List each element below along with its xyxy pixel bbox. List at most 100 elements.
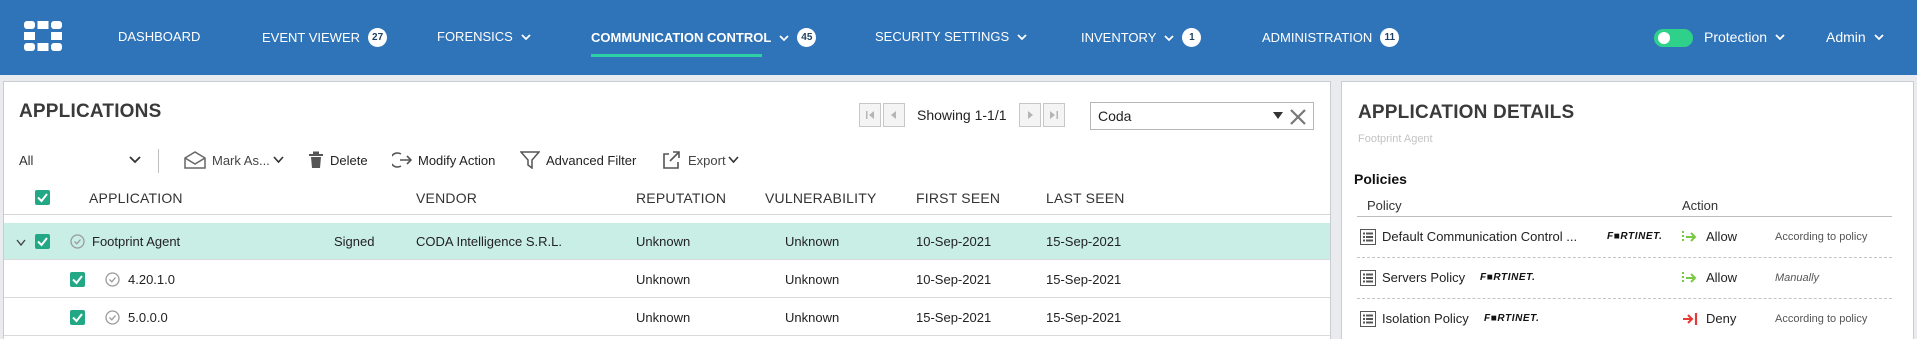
- policy-row[interactable]: Isolation Policy F■RTINET. Deny Accordin…: [1357, 299, 1892, 339]
- filter-select[interactable]: All: [19, 145, 141, 175]
- user-menu[interactable]: Admin: [1826, 29, 1884, 45]
- policy-list-icon: [1360, 229, 1376, 245]
- protection-toggle[interactable]: [1654, 29, 1693, 47]
- policy-action[interactable]: Allow: [1682, 270, 1737, 285]
- checkmark-icon: [72, 313, 83, 323]
- administration-count-badge: 11: [1380, 28, 1400, 47]
- policy-list-icon: [1360, 311, 1376, 327]
- delete-button[interactable]: Delete: [308, 143, 368, 177]
- column-application[interactable]: APPLICATION: [89, 190, 183, 206]
- toggle-knob: [1658, 32, 1670, 44]
- toolbar-divider: [158, 149, 159, 173]
- delete-label: Delete: [330, 152, 368, 168]
- column-vulnerability[interactable]: VULNERABILITY: [765, 190, 877, 206]
- export-button[interactable]: Export: [662, 143, 745, 177]
- first-page-icon: [866, 111, 874, 119]
- nav-dashboard[interactable]: DASHBOARD: [118, 29, 200, 44]
- export-icon: [663, 151, 680, 169]
- column-reputation[interactable]: REPUTATION: [636, 190, 726, 206]
- column-first-seen[interactable]: FIRST SEEN: [916, 190, 1000, 206]
- policy-row[interactable]: Servers Policy F■RTINET. Allow Manually: [1357, 258, 1892, 299]
- fortinet-logo-icon[interactable]: [24, 21, 62, 51]
- advanced-filter-button[interactable]: Advanced Filter: [520, 143, 636, 177]
- application-search: [1090, 102, 1314, 130]
- row-checkbox[interactable]: [35, 234, 50, 249]
- chevron-down-icon: [779, 34, 789, 41]
- event-viewer-count-badge: 27: [368, 28, 388, 47]
- reputation-value: Unknown: [636, 272, 691, 287]
- row-checkbox[interactable]: [70, 272, 85, 287]
- nav-security-settings[interactable]: SECURITY SETTINGS: [875, 29, 1027, 44]
- next-page-button[interactable]: [1018, 103, 1041, 127]
- policy-action[interactable]: Deny: [1682, 311, 1736, 326]
- nav-event-viewer[interactable]: EVENT VIEWER 27: [262, 28, 388, 47]
- chevron-down-icon: [273, 156, 284, 164]
- previous-page-button[interactable]: [883, 103, 905, 127]
- checkmark-icon: [37, 237, 48, 247]
- search-input[interactable]: [1091, 103, 1271, 129]
- table-row[interactable]: Footprint Agent Signed CODA Intelligence…: [4, 223, 1330, 260]
- previous-page-icon: [891, 111, 896, 119]
- chevron-down-icon: [727, 156, 739, 164]
- chevron-down-icon: [1164, 34, 1175, 41]
- table-row[interactable]: 5.0.0.0 Unknown Unknown 15-Sep-2021 15-S…: [4, 299, 1330, 336]
- vulnerability-value: Unknown: [785, 272, 840, 287]
- nav-inventory[interactable]: INVENTORY 1: [1081, 28, 1202, 47]
- envelope-icon: [184, 151, 206, 169]
- column-last-seen[interactable]: LAST SEEN: [1046, 190, 1125, 206]
- nav-communication-control-label: COMMUNICATION CONTROL: [591, 30, 772, 45]
- table-row[interactable]: 4.20.1.0 Unknown Unknown 10-Sep-2021 15-…: [4, 261, 1330, 298]
- clear-search-icon[interactable]: [1289, 108, 1307, 126]
- policy-list-icon: [1360, 270, 1376, 286]
- nav-dashboard-label: DASHBOARD: [118, 29, 201, 44]
- filter-select-value: All: [19, 152, 34, 168]
- vulnerability-value: Unknown: [785, 234, 840, 249]
- select-all-checkbox[interactable]: [35, 190, 50, 205]
- first-page-button[interactable]: [859, 103, 881, 127]
- mark-as-label: Mark As...: [212, 152, 270, 168]
- version-name: 5.0.0.0: [128, 310, 168, 325]
- fortinet-vendor-mark: F■RTINET.: [1607, 231, 1663, 242]
- vendor-name: CODA Intelligence S.R.L.: [416, 234, 562, 249]
- fortinet-vendor-mark: F■RTINET.: [1484, 313, 1540, 324]
- allow-arrow-icon: [1682, 271, 1697, 284]
- first-seen-value: 10-Sep-2021: [916, 272, 992, 287]
- user-label: Admin: [1826, 29, 1866, 45]
- policy-row[interactable]: Default Communication Control ... F■RTIN…: [1357, 217, 1892, 258]
- protection-menu[interactable]: Protection: [1704, 29, 1785, 45]
- applications-table-header: APPLICATION VENDOR REPUTATION VULNERABIL…: [4, 181, 1330, 215]
- policy-action-label: Allow: [1706, 270, 1738, 285]
- chevron-down-icon: [521, 33, 531, 40]
- modify-action-button[interactable]: Modify Action: [392, 143, 495, 177]
- policy-action[interactable]: Allow: [1682, 229, 1737, 244]
- column-vendor[interactable]: VENDOR: [416, 190, 477, 206]
- first-seen-value: 15-Sep-2021: [916, 310, 992, 325]
- application-name: Footprint Agent: [92, 234, 181, 249]
- chevron-down-icon: [1775, 34, 1785, 41]
- nav-forensics[interactable]: FORENSICS: [437, 29, 531, 44]
- policy-name: Servers Policy: [1382, 270, 1466, 285]
- chevron-down-icon: [1017, 33, 1027, 40]
- search-dropdown-icon[interactable]: [1273, 112, 1283, 120]
- column-policy: Policy: [1367, 198, 1402, 213]
- nav-event-viewer-label: EVENT VIEWER: [262, 30, 361, 45]
- nav-communication-control[interactable]: COMMUNICATION CONTROL 45: [591, 28, 817, 47]
- last-seen-value: 15-Sep-2021: [1046, 272, 1122, 287]
- policy-name: Isolation Policy: [1382, 311, 1469, 326]
- nav-administration-label: ADMINISTRATION: [1262, 30, 1373, 45]
- row-checkbox[interactable]: [70, 310, 85, 325]
- mark-as-button[interactable]: Mark As...: [184, 143, 290, 177]
- funnel-icon: [520, 151, 540, 169]
- advanced-filter-label: Advanced Filter: [546, 152, 637, 168]
- check-circle-icon: [70, 234, 85, 249]
- check-circle-icon: [105, 272, 120, 287]
- pagination: Showing 1-1/1: [859, 103, 1067, 127]
- nav-security-settings-label: SECURITY SETTINGS: [875, 29, 1010, 44]
- nav-administration[interactable]: ADMINISTRATION 11: [1262, 28, 1400, 47]
- last-page-button[interactable]: [1042, 103, 1065, 127]
- policies-heading: Policies: [1354, 171, 1407, 187]
- application-details-subtitle: Footprint Agent: [1358, 133, 1433, 145]
- fortinet-vendor-mark: F■RTINET.: [1480, 272, 1536, 283]
- collapse-caret-icon[interactable]: [16, 239, 26, 246]
- policy-action-note: Manually: [1775, 272, 1820, 284]
